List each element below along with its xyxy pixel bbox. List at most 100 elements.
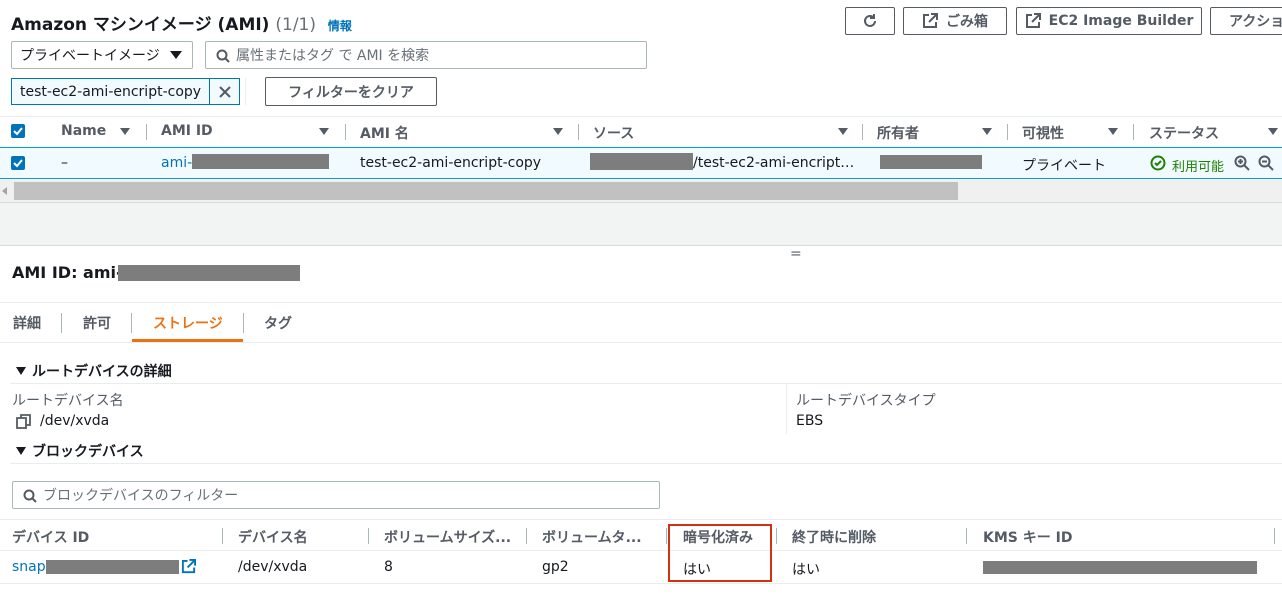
redacted-source [590, 153, 693, 170]
actions-button[interactable]: アクショ [1210, 7, 1282, 35]
column-separator[interactable] [776, 528, 777, 544]
row-name: – [61, 155, 68, 171]
checkmark-icon [13, 127, 23, 136]
row-checkbox[interactable] [11, 156, 25, 170]
external-link-icon [923, 13, 938, 28]
scrollbar-thumb[interactable] [14, 182, 958, 200]
refresh-icon [864, 14, 876, 27]
filter-token-remove-button[interactable] [210, 79, 239, 104]
block-device-id-link[interactable]: snap- [12, 559, 51, 575]
column-header-owner[interactable]: 所有者 [877, 123, 919, 143]
image-type-select[interactable]: プライベートイメージ [11, 41, 193, 69]
column-header-ami-name[interactable]: AMI 名 [360, 123, 409, 143]
redacted-owner [880, 155, 982, 169]
column-separator[interactable] [666, 528, 667, 544]
clear-filters-button[interactable]: フィルターをクリア [265, 77, 437, 106]
refresh-button[interactable] [845, 7, 895, 35]
column-separator[interactable] [1007, 124, 1008, 140]
block-delete-on-termination: はい [792, 562, 820, 578]
tab-separator [131, 313, 132, 333]
copy-icon[interactable] [16, 414, 31, 429]
column-header-visibility[interactable]: 可視性 [1022, 123, 1064, 143]
external-link-icon [1025, 13, 1041, 28]
column-separator[interactable] [1133, 124, 1134, 140]
block-volume-type: gp2 [542, 559, 569, 575]
root-device-section-title: ルートデバイスの詳細 [32, 364, 172, 380]
block-table-top-border [0, 519, 1282, 520]
tabs-top-border [0, 302, 1282, 303]
column-header-ami-id[interactable]: AMI ID [161, 123, 213, 139]
block-column-device-name[interactable]: デバイス名 [238, 527, 308, 547]
column-separator[interactable] [345, 124, 346, 140]
sort-caret-icon[interactable] [553, 128, 563, 135]
tab-permissions[interactable]: 許可 [83, 313, 111, 333]
info-link[interactable]: 情報 [328, 19, 352, 33]
ami-search-input[interactable]: 属性またはタグ で AMI を検索 [205, 41, 647, 69]
column-separator[interactable] [368, 528, 369, 544]
close-icon [218, 85, 231, 98]
search-icon [216, 49, 230, 63]
sort-caret-icon[interactable] [120, 128, 130, 135]
column-separator[interactable] [526, 528, 527, 544]
sort-caret-icon[interactable] [1268, 128, 1278, 135]
ami-search-placeholder: 属性またはタグ で AMI を検索 [236, 48, 430, 64]
block-devices-section-title: ブロックデバイス [32, 444, 144, 460]
block-column-delete-on-termination[interactable]: 終了時に削除 [792, 527, 876, 547]
zoom-in-icon[interactable] [1234, 155, 1250, 171]
column-separator[interactable] [222, 528, 223, 544]
split-panel-resize-handle[interactable]: = [790, 246, 802, 262]
root-device-section-header[interactable]: ルートデバイスの詳細 [16, 361, 172, 381]
page-title: Amazon マシンイメージ (AMI) (1/1) 情報 [11, 10, 352, 35]
redacted-ami-id [192, 154, 329, 169]
tab-storage[interactable]: ストレージ [153, 313, 223, 333]
block-column-kms-key-id[interactable]: KMS キー ID [983, 527, 1072, 547]
root-device-name-label: ルートデバイス名 [12, 393, 124, 409]
block-volume-size: 8 [384, 559, 393, 575]
block-column-volume-size[interactable]: ボリュームサイズ... [384, 527, 511, 547]
select-all-checkbox[interactable] [11, 124, 25, 138]
table-top-border [0, 116, 1282, 117]
block-devices-section-header[interactable]: ブロックデバイス [16, 441, 144, 461]
sort-caret-icon[interactable] [1108, 128, 1118, 135]
caret-down-icon [16, 447, 26, 455]
redacted-snapshot-id [46, 560, 179, 574]
column-separator[interactable] [1274, 528, 1275, 544]
image-builder-button[interactable]: EC2 Image Builder [1016, 7, 1202, 35]
tab-tags[interactable]: タグ [264, 313, 292, 333]
row-ami-name: test-ec2-ami-encript-copy [360, 155, 542, 171]
column-header-source[interactable]: ソース [593, 123, 634, 143]
column-header-name[interactable]: Name [61, 123, 106, 139]
column-header-status[interactable]: ステータス [1149, 123, 1219, 143]
tab-separator [61, 313, 62, 333]
checkmark-icon [13, 159, 23, 168]
column-separator[interactable] [578, 124, 579, 140]
scroll-left-icon[interactable] [2, 187, 7, 195]
selection-count: (1/1) [275, 15, 316, 35]
status-success-icon [1150, 155, 1166, 171]
zoom-out-icon[interactable] [1258, 155, 1274, 171]
split-panel-gap [0, 202, 1282, 246]
row-visibility: プライベート [1022, 158, 1106, 174]
horizontal-scrollbar[interactable] [0, 180, 1282, 202]
encrypted-highlight-box [668, 524, 772, 582]
column-separator[interactable] [966, 528, 967, 544]
recycle-bin-button[interactable]: ごみ箱 [903, 7, 1007, 35]
row-status: 利用可能 [1172, 160, 1225, 175]
block-column-volume-type[interactable]: ボリュームタ... [542, 527, 642, 547]
sort-caret-icon[interactable] [319, 128, 329, 135]
clear-filters-label: フィルターをクリア [288, 84, 414, 101]
caret-down-icon [170, 51, 182, 59]
tab-details[interactable]: 詳細 [13, 313, 41, 333]
section-divider [10, 383, 1282, 384]
column-separator[interactable] [146, 124, 147, 140]
filter-separator [245, 78, 246, 105]
block-device-name: /dev/xvda [238, 559, 308, 575]
caret-down-icon [16, 367, 26, 375]
block-device-filter-input[interactable]: ブロックデバイスのフィルター [12, 481, 660, 509]
sort-caret-icon[interactable] [838, 128, 848, 135]
sort-caret-icon[interactable] [982, 128, 992, 135]
external-link-icon[interactable] [181, 559, 196, 574]
block-column-device-id[interactable]: デバイス ID [12, 527, 89, 547]
row-source: /test-ec2-ami-encript… [693, 155, 855, 171]
column-separator[interactable] [862, 124, 863, 140]
